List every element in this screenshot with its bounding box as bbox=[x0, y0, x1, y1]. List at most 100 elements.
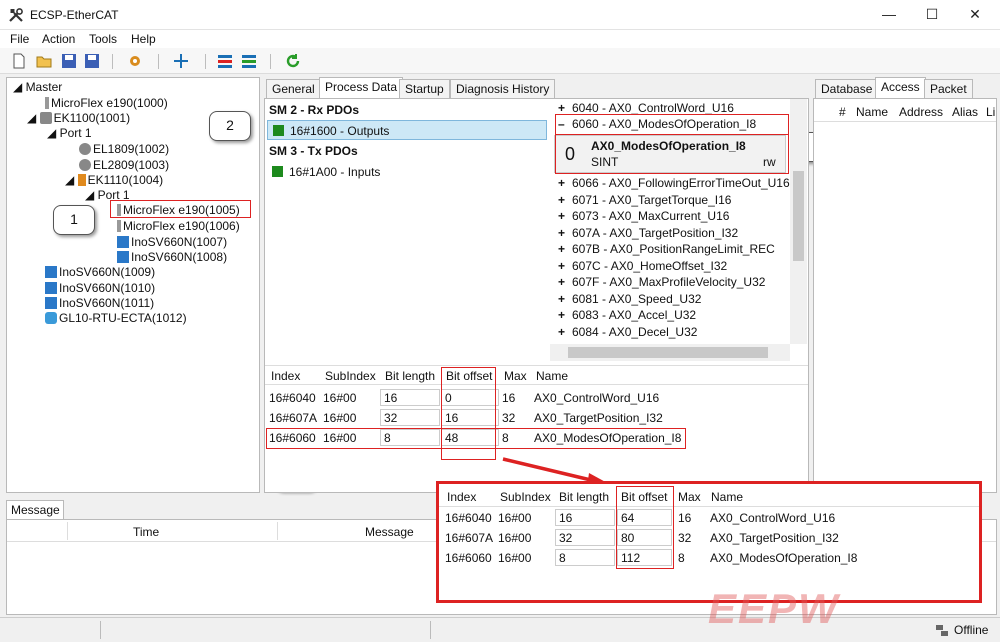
tab-database[interactable]: Database bbox=[815, 79, 879, 98]
bit-length-field[interactable]: 16 bbox=[380, 389, 440, 406]
col-name[interactable]: Name bbox=[536, 369, 568, 383]
toolbar-separator bbox=[112, 54, 113, 69]
object-item[interactable]: +6071 - AX0_TargetTorque_I16 bbox=[558, 193, 731, 207]
minimize-button[interactable]: — bbox=[879, 6, 899, 24]
menu-action[interactable]: Action bbox=[42, 32, 75, 46]
divider bbox=[67, 522, 68, 540]
tree-node-inosv-1009[interactable]: InoSV660N(1009) bbox=[45, 265, 155, 279]
access-panel: # Name Address Alias Li bbox=[813, 98, 997, 493]
tree-node-microflex-1000[interactable]: MicroFlex e190(1000) bbox=[45, 96, 168, 110]
table-row: 16#6060 16#00 8 112 8 AX0_ModesOfOperati… bbox=[445, 549, 858, 566]
highlight-box bbox=[555, 114, 789, 135]
maximize-button[interactable]: ☐ bbox=[922, 6, 942, 24]
tab-process-data[interactable]: Process Data bbox=[319, 77, 404, 98]
bit-length-field: 32 bbox=[555, 529, 615, 546]
object-item[interactable]: +6083 - AX0_Accel_U32 bbox=[558, 308, 696, 322]
table-row[interactable]: 16#607A 16#00 32 16 32 AX0_TargetPositio… bbox=[265, 408, 808, 428]
new-file-icon[interactable] bbox=[10, 52, 28, 70]
tab-message[interactable]: Message bbox=[6, 500, 64, 520]
scan-icon[interactable] bbox=[216, 52, 234, 70]
settings-icon[interactable] bbox=[126, 52, 144, 70]
save-all-icon[interactable] bbox=[83, 52, 101, 70]
network-icon[interactable] bbox=[172, 52, 190, 70]
refresh-icon[interactable] bbox=[284, 52, 302, 70]
coupler-icon bbox=[39, 112, 52, 124]
middle-tabstrip: General Process Data Startup Diagnosis H… bbox=[264, 77, 809, 99]
toolbar-separator bbox=[158, 54, 159, 69]
col-address[interactable]: Address bbox=[899, 105, 943, 119]
watermark-logo: EEPW bbox=[708, 585, 840, 632]
tab-general[interactable]: General bbox=[266, 79, 321, 98]
menu-tools[interactable]: Tools bbox=[89, 32, 117, 46]
col-max[interactable]: Max bbox=[504, 369, 527, 383]
menu-file[interactable]: File bbox=[10, 32, 29, 46]
bit-length-field[interactable]: 32 bbox=[380, 409, 440, 426]
tree-node-microflex-1006[interactable]: MicroFlex e190(1006) bbox=[117, 219, 240, 233]
col-index[interactable]: Index bbox=[271, 369, 300, 383]
col-name: Name bbox=[711, 490, 744, 504]
tab-packet[interactable]: Packet bbox=[924, 79, 973, 98]
list-icon[interactable] bbox=[240, 52, 258, 70]
highlight-box bbox=[555, 134, 789, 174]
tab-access[interactable]: Access bbox=[875, 77, 926, 98]
tree-node-inosv-1010[interactable]: InoSV660N(1010) bbox=[45, 281, 155, 295]
col-bit-length: Bit length bbox=[559, 490, 610, 504]
tree-node-el2809[interactable]: EL2809(1003) bbox=[79, 158, 169, 172]
object-item[interactable]: +607F - AX0_MaxProfileVelocity_U32 bbox=[558, 275, 765, 289]
table-row[interactable]: 16#6040 16#00 16 0 16 AX0_ControlWord_U1… bbox=[265, 388, 808, 408]
col-li[interactable]: Li bbox=[986, 105, 995, 119]
scrollbar-thumb[interactable] bbox=[568, 347, 768, 358]
object-list-hscrollbar[interactable] bbox=[550, 344, 790, 361]
tree-node-gl10[interactable]: GL10-RTU-ECTA(1012) bbox=[45, 311, 187, 325]
rx-pdo-item[interactable]: 16#1600 - Outputs bbox=[267, 120, 547, 140]
scrollbar-thumb[interactable] bbox=[793, 171, 804, 261]
object-list-scrollbar[interactable] bbox=[790, 99, 807, 344]
object-item[interactable]: +6073 - AX0_MaxCurrent_U16 bbox=[558, 209, 729, 223]
right-tabstrip: Database Access Packet bbox=[813, 77, 997, 99]
menu-help[interactable]: Help bbox=[131, 32, 156, 46]
col-number[interactable]: # bbox=[839, 105, 846, 119]
tree-node-port1[interactable]: ◢ Port 1 bbox=[47, 126, 92, 140]
toolbar bbox=[0, 48, 1000, 74]
servo-icon bbox=[117, 251, 129, 263]
tab-diagnosis-history[interactable]: Diagnosis History bbox=[450, 79, 556, 98]
tree-node-inosv-1008[interactable]: InoSV660N(1008) bbox=[117, 250, 227, 264]
col-subindex: SubIndex bbox=[500, 490, 551, 504]
col-subindex[interactable]: SubIndex bbox=[325, 369, 376, 383]
col-alias[interactable]: Alias bbox=[952, 105, 978, 119]
servo-icon bbox=[45, 266, 57, 278]
open-folder-icon[interactable] bbox=[35, 52, 53, 70]
process-data-panel: SM 2 - Rx PDOs 16#1600 - Outputs SM 3 - … bbox=[264, 98, 809, 493]
col-time[interactable]: Time bbox=[133, 525, 159, 539]
tree-node-ek1100[interactable]: ◢ EK1100(1001) bbox=[27, 111, 130, 125]
pdo-icon bbox=[272, 166, 283, 177]
tree-node-master[interactable]: ◢ Master bbox=[13, 80, 62, 94]
object-item[interactable]: +607C - AX0_HomeOffset_I32 bbox=[558, 259, 727, 273]
tree-node-inosv-1011[interactable]: InoSV660N(1011) bbox=[45, 296, 154, 310]
pdo-icon bbox=[273, 125, 284, 136]
network-status-icon bbox=[936, 625, 948, 636]
object-item[interactable]: +607A - AX0_TargetPosition_I32 bbox=[558, 226, 738, 240]
save-icon[interactable] bbox=[60, 52, 78, 70]
drive-icon bbox=[45, 97, 49, 109]
tab-startup[interactable]: Startup bbox=[399, 79, 450, 98]
col-name[interactable]: Name bbox=[856, 105, 888, 119]
divider bbox=[100, 621, 101, 639]
tx-pdo-item[interactable]: 16#1A00 - Inputs bbox=[267, 162, 547, 182]
object-item[interactable]: +6081 - AX0_Speed_U32 bbox=[558, 292, 701, 306]
callout-2: 2 bbox=[209, 111, 251, 141]
object-item[interactable]: +6084 - AX0_Decel_U32 bbox=[558, 325, 697, 339]
sm-tx-title: SM 3 - Tx PDOs bbox=[269, 144, 358, 158]
object-item[interactable]: +6040 - AX0_ControlWord_U16 bbox=[558, 101, 734, 115]
close-button[interactable]: ✕ bbox=[965, 6, 985, 24]
tree-node-ek1110[interactable]: ◢ EK1110(1004) bbox=[65, 173, 163, 187]
object-item[interactable]: +607B - AX0_PositionRangeLimit_REC bbox=[558, 242, 775, 256]
col-bit-length[interactable]: Bit length bbox=[385, 369, 435, 383]
window-title: ECSP-EtherCAT bbox=[30, 8, 119, 22]
menu-bar: File Action Tools Help bbox=[0, 30, 1000, 48]
module-icon bbox=[79, 143, 91, 155]
tree-node-el1809[interactable]: EL1809(1002) bbox=[79, 142, 169, 156]
object-item[interactable]: +6066 - AX0_FollowingErrorTimeOut_U16 bbox=[558, 176, 790, 190]
tree-node-inosv-1007[interactable]: InoSV660N(1007) bbox=[117, 235, 227, 249]
col-message[interactable]: Message bbox=[365, 525, 414, 539]
